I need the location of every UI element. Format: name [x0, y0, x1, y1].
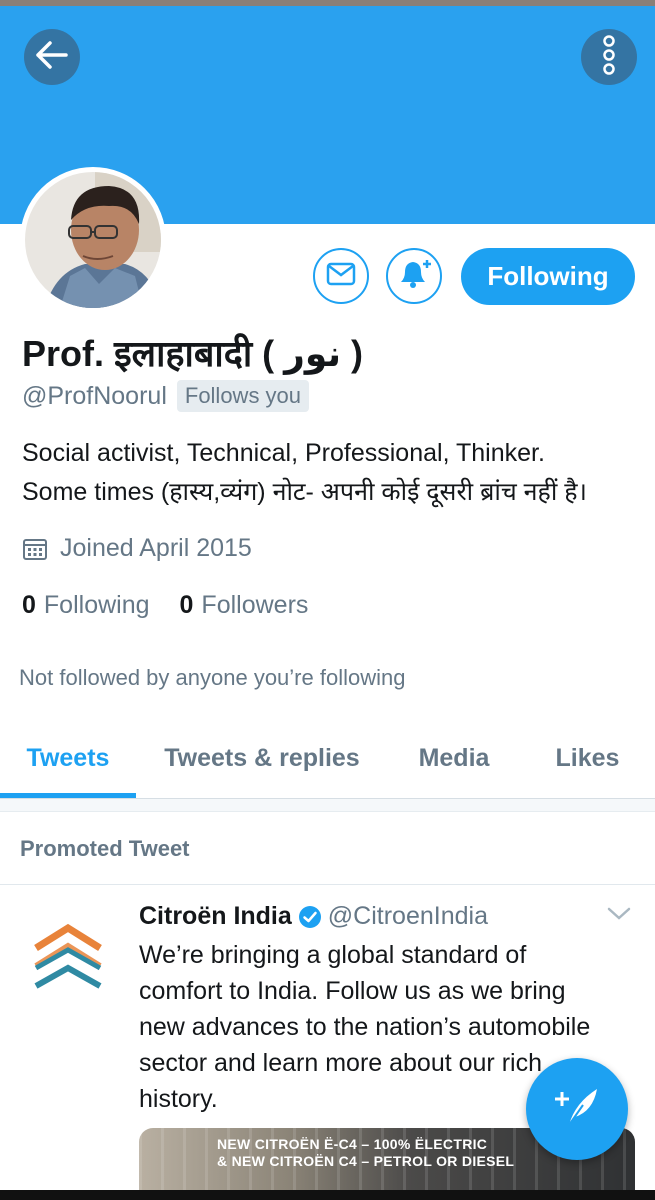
promoted-tweet-label: Promoted Tweet [20, 836, 190, 861]
compose-tweet-button[interactable] [526, 1058, 628, 1160]
followers-label: Followers [201, 591, 309, 619]
followers-count[interactable]: 0 Followers [180, 591, 309, 620]
bio-line: Social activist, Technical, Professional… [22, 439, 545, 467]
back-button[interactable] [24, 29, 80, 85]
profile-name: Prof. इलाहाबादी ( نور ) [22, 333, 363, 374]
tweet-text-line: new advances to the nation’s automobile [139, 1013, 591, 1041]
following-label: Following [43, 591, 150, 619]
tweet-text-line: comfort to India. Follow us as we bring [139, 977, 566, 1005]
following-number: 0 [22, 591, 36, 619]
more-options-button[interactable] [581, 29, 637, 85]
profile-tabs: Tweets Tweets & replies Media Likes [0, 718, 655, 799]
media-caption-line: & NEW CITROËN C4 – PETROL OR DIESEL [217, 1153, 515, 1169]
follows-you-badge: Follows you [176, 380, 310, 412]
joined-text: Joined April 2015 [60, 534, 252, 562]
followers-number: 0 [179, 591, 194, 619]
tab-tweets-replies[interactable]: Tweets & replies [136, 718, 388, 798]
tab-tweets[interactable]: Tweets [0, 718, 136, 798]
follow-counts: 0 Following 0 Followers [22, 591, 338, 620]
profile-bio: Social activist, Technical, Professional… [22, 434, 642, 512]
media-caption: NEW CITROËN Ë-C4 – 100% ËLECTRIC & NEW C… [217, 1136, 514, 1170]
joined-date: Joined April 2015 [22, 534, 252, 563]
following-button[interactable]: Following [461, 248, 635, 305]
tab-media[interactable]: Media [388, 718, 520, 798]
profile-handle: @ProfNoorul [22, 381, 167, 410]
tweet-author-handle[interactable]: @CitroenIndia [328, 902, 488, 931]
bell-plus-icon [397, 258, 431, 295]
system-nav-bar [0, 1190, 655, 1200]
tweet-text-line: We’re bringing a global standard of [139, 941, 527, 969]
following-count[interactable]: 0 Following [22, 591, 150, 620]
chevron-down-icon[interactable] [606, 906, 632, 927]
feather-plus-icon [553, 1085, 601, 1134]
vertical-dots-icon [602, 34, 616, 80]
arrow-left-icon [36, 40, 68, 74]
tab-likes[interactable]: Likes [520, 718, 655, 798]
avatar[interactable] [20, 167, 166, 313]
verified-badge-icon [298, 905, 322, 929]
message-button[interactable] [313, 248, 369, 304]
calendar-icon [22, 537, 48, 561]
notifications-button[interactable] [386, 248, 442, 304]
not-followed-note: Not followed by anyone you’re following [19, 665, 406, 690]
bio-line: Some times (हास्य,व्यंग) नोट- अपनी कोई द… [22, 478, 587, 506]
citroen-logo[interactable] [30, 922, 106, 997]
section-gap [0, 799, 655, 812]
tweet-author-name[interactable]: Citroën India [139, 902, 292, 931]
active-tab-indicator [0, 793, 136, 798]
media-caption-line: NEW CITROËN Ë-C4 – 100% ËLECTRIC [217, 1136, 488, 1152]
envelope-icon [326, 262, 356, 291]
tweet-header: Citroën India @CitroenIndia [139, 902, 488, 931]
handle-row: @ProfNoorul Follows you [22, 380, 310, 412]
divider [0, 884, 655, 885]
